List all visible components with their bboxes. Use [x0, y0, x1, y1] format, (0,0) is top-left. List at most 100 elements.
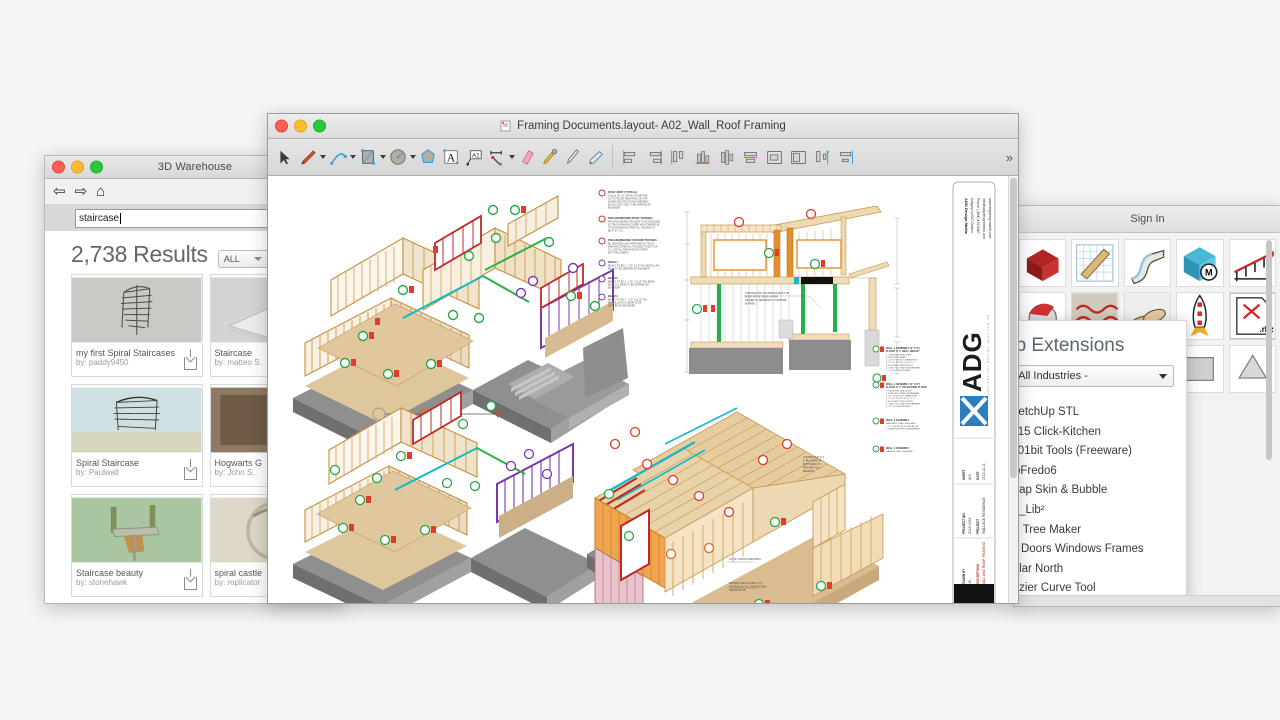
pencil-line-tool[interactable] [297, 145, 319, 169]
split-tool[interactable] [562, 145, 584, 169]
industry-select[interactable]: - All Industries - [1014, 365, 1174, 387]
toolbar-overflow-button[interactable]: » [1006, 150, 1013, 165]
extension-list-item[interactable]: 3d Doors Windows Frames [1014, 540, 1186, 560]
text-tool[interactable]: A [440, 145, 462, 169]
warehouse-result-card[interactable]: my first Spiral Staircases by: paddy9450 [71, 274, 203, 377]
scrollbar-thumb[interactable] [1010, 178, 1017, 478]
maximize-button[interactable] [313, 119, 326, 133]
tb-sheet-label: SHEET [962, 469, 966, 480]
model-author: by: Paulwall [76, 468, 119, 477]
layout-vertical-scrollbar[interactable] [1008, 176, 1018, 603]
curved-road-icon[interactable] [1123, 239, 1172, 287]
circle-tool[interactable] [387, 145, 409, 169]
window-controls[interactable] [52, 160, 103, 174]
blue-m-cube-icon[interactable]: M [1176, 239, 1224, 287]
svg-text:HEIGHT OF 36": HEIGHT OF 36" [729, 589, 746, 592]
layout-toolbar[interactable]: A A1 » [268, 139, 1018, 176]
layout-canvas[interactable]: FRAMING scale 1/8" [268, 176, 1018, 603]
download-icon[interactable] [183, 569, 197, 590]
join-tool[interactable] [585, 145, 607, 169]
arc-tool[interactable] [327, 145, 349, 169]
polygon-tool[interactable] [417, 145, 439, 169]
distribute-vertical-icon[interactable] [835, 145, 857, 169]
extension-list-item[interactable]: LibFredo6 [1014, 462, 1186, 482]
red-cube-icon[interactable] [1019, 239, 1067, 287]
align-right-icon[interactable] [643, 145, 665, 169]
chevron-down-icon[interactable] [509, 155, 515, 159]
maximize-button[interactable] [90, 160, 103, 174]
svg-text:WALL 4 ASSEMBLY: WALL 4 ASSEMBLY [886, 447, 910, 450]
extension-list-item[interactable]: 3D Tree Maker [1014, 521, 1186, 541]
sign-in-button[interactable]: Sign In [1130, 213, 1164, 225]
home-icon[interactable]: ⌂ [96, 184, 105, 199]
svg-text:BEAM 1: BEAM 1 [608, 260, 618, 264]
label-text-tool[interactable]: A1 [463, 145, 485, 169]
chevron-down-icon[interactable] [350, 155, 356, 159]
extension-warehouse-window[interactable]: Sign In M.rbz op Extensions - All Indust… [1013, 205, 1280, 607]
align-left-icon[interactable] [619, 145, 641, 169]
model-thumbnail[interactable] [72, 275, 202, 345]
extension-scrollbar[interactable] [1266, 240, 1273, 570]
svg-text:3. 1/2" PLYWOOD SHEATHING: 3. 1/2" PLYWOOD SHEATHING [886, 395, 917, 398]
search-input-value: staircase [79, 212, 120, 224]
extension-warehouse-topbar[interactable]: Sign In [1014, 206, 1280, 233]
dimension-tool[interactable] [486, 145, 508, 169]
warehouse-result-card[interactable]: Spiral Staircase by: Paulwall [71, 384, 203, 487]
model-author: by: stonehawk [76, 578, 128, 587]
space-horizontal-icon[interactable] [763, 145, 785, 169]
forward-arrow-icon[interactable]: ⇨ [75, 184, 88, 199]
extension-list-item[interactable]: TT_Lib² [1014, 501, 1186, 521]
minimize-button[interactable] [71, 160, 84, 174]
model-title: Spiral Staircase [76, 458, 140, 468]
layout-window[interactable]: Framing Documents.layout- A02_Wall_Roof … [267, 113, 1019, 604]
chevron-down-icon[interactable] [410, 155, 416, 159]
svg-text:2. BUILDING WRAP MEMBRANE: 2. BUILDING WRAP MEMBRANE [886, 392, 920, 395]
tb-sheet-value: A02 [968, 474, 972, 480]
layout-titlebar[interactable]: Framing Documents.layout- A02_Wall_Roof … [268, 114, 1018, 139]
align-horizontal-center-icon[interactable] [739, 145, 761, 169]
align-tools-group [612, 145, 857, 169]
svg-text:VERIFIED BY ENGINEER: VERIFIED BY ENGINEER [608, 306, 635, 308]
svg-text:FLOOR, 8' 1" WALL HEIGHT: FLOOR, 8' 1" WALL HEIGHT [886, 350, 920, 353]
download-icon[interactable] [183, 459, 197, 480]
back-arrow-icon[interactable]: ⇦ [53, 184, 66, 199]
svg-text:BEARING: BEARING [803, 470, 814, 473]
extension-list-item[interactable]: Solar North [1014, 560, 1186, 580]
extension-list-item[interactable]: 2015 Click-Kitchen [1014, 423, 1186, 443]
chevron-down-icon[interactable] [320, 155, 326, 159]
align-vertical-left-icon[interactable] [667, 145, 689, 169]
model-thumbnail[interactable] [72, 385, 202, 455]
ruler-grid-icon[interactable] [1071, 239, 1119, 287]
scrollbar-thumb[interactable] [1266, 240, 1272, 460]
warehouse-result-card[interactable]: Staircase beauty by: stonehawk [71, 494, 203, 597]
close-button[interactable] [275, 119, 288, 133]
space-vertical-icon[interactable] [787, 145, 809, 169]
layout-document-page[interactable]: FRAMING scale 1/8" [277, 176, 999, 603]
model-thumbnail[interactable] [72, 495, 202, 565]
align-vertical-center-icon[interactable] [715, 145, 737, 169]
close-button[interactable] [52, 160, 65, 174]
tb-tagline: residential design drafting 3d [986, 314, 990, 394]
distribute-horizontal-icon[interactable] [811, 145, 833, 169]
extension-list-item[interactable]: Soap Skin & Bubble [1014, 481, 1186, 501]
tb-brand: ADG [957, 331, 987, 392]
tb-projectno-value: 2015-0054 [968, 518, 972, 534]
svg-text:BEAM 1 TO BE 3 - 1.75" X 9.5": BEAM 1 TO BE 3 - 1.75" X 9.5" PSL MICROL… [608, 265, 659, 268]
svg-text:GARAGE WALL ASSEMBLY: GARAGE WALL ASSEMBLY [886, 450, 914, 453]
panel-title: op Extensions [1013, 335, 1125, 356]
top-extensions-panel[interactable]: op Extensions - All Industries - SketchU… [1013, 320, 1187, 597]
extension-list-item[interactable]: SketchUp STL [1014, 403, 1186, 423]
select-arrow-tool[interactable] [274, 145, 296, 169]
chevron-down-icon[interactable] [380, 155, 386, 159]
download-icon[interactable] [183, 349, 197, 370]
window-controls[interactable] [275, 119, 326, 133]
align-center-icon[interactable] [691, 145, 713, 169]
svg-text:BUILT U.S. BEAM TO BE VERIFIED: BUILT U.S. BEAM TO BE VERIFIED BY [608, 284, 649, 287]
eraser-tool[interactable] [516, 145, 538, 169]
svg-text:BUFFING: BUFFING [745, 303, 756, 306]
style-eyedropper-tool[interactable] [539, 145, 561, 169]
rectangle-tool[interactable] [357, 145, 379, 169]
tb-project-label: PROJECT [976, 519, 980, 534]
extension-list-item[interactable]: 1001bit Tools (Freeware) [1014, 442, 1186, 462]
minimize-button[interactable] [294, 119, 307, 133]
